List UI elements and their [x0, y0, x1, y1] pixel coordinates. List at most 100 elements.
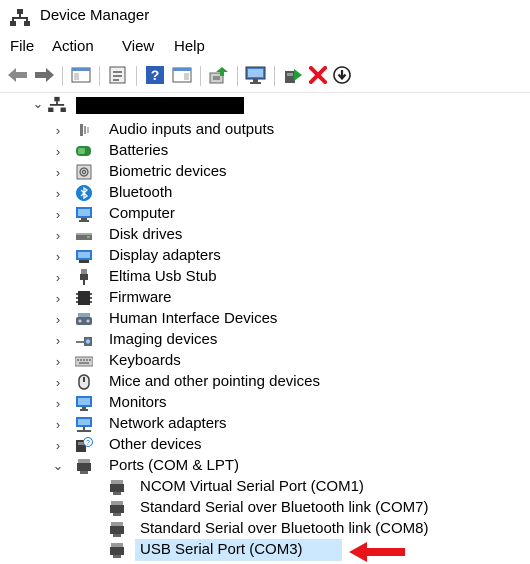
chevron-down-icon[interactable]: ⌄ [32, 96, 44, 111]
keyboard-icon [75, 356, 93, 367]
update-driver-icon[interactable] [207, 63, 231, 87]
properties-icon[interactable] [106, 63, 130, 87]
tree-item-hid[interactable]: › Human Interface Devices [0, 309, 530, 330]
tree-item-label: Display adapters [109, 247, 221, 264]
tree-item-display-adapters[interactable]: › Display adapters [0, 246, 530, 267]
mouse-icon [78, 374, 90, 390]
tree-item-firmware[interactable]: › Firmware [0, 288, 530, 309]
chevron-right-icon[interactable]: › [52, 165, 64, 180]
chevron-right-icon[interactable]: › [52, 144, 64, 159]
port-item-com1[interactable]: NCOM Virtual Serial Port (COM1) [0, 477, 530, 498]
chevron-right-icon[interactable]: › [52, 438, 64, 453]
menu-bar: File Action View Help [0, 34, 530, 60]
chevron-right-icon[interactable]: › [52, 249, 64, 264]
display-adapter-icon [76, 250, 92, 263]
tree-root[interactable]: ⌄ [0, 94, 530, 115]
port-item-label: Standard Serial over Bluetooth link (COM… [140, 520, 429, 537]
port-icon [110, 543, 124, 558]
port-item-label: Standard Serial over Bluetooth link (COM… [140, 499, 429, 516]
tree-item-label: Biometric devices [109, 163, 227, 180]
chevron-right-icon[interactable]: › [52, 207, 64, 222]
port-icon [110, 501, 124, 516]
tree-item-label: Mice and other pointing devices [109, 373, 320, 390]
toolbar: ? [0, 60, 530, 93]
port-icon [77, 459, 91, 474]
port-item-label: NCOM Virtual Serial Port (COM1) [140, 478, 364, 495]
tree-item-biometric[interactable]: › Biometric devices [0, 162, 530, 183]
device-manager-icon [10, 9, 30, 26]
hid-icon [76, 313, 92, 325]
camera-icon [76, 337, 92, 346]
chevron-right-icon[interactable]: › [52, 354, 64, 369]
show-hide-console-tree-icon[interactable] [69, 63, 93, 87]
chevron-right-icon[interactable]: › [52, 312, 64, 327]
svg-text:?: ? [151, 67, 160, 83]
tree-item-label: Bluetooth [109, 184, 173, 201]
firmware-chip-icon [76, 291, 92, 305]
tree-item-network[interactable]: › Network adapters [0, 414, 530, 435]
tree-item-label: Monitors [109, 394, 167, 411]
tree-item-label: Imaging devices [109, 331, 218, 348]
chevron-right-icon[interactable]: › [52, 396, 64, 411]
monitor-icon [76, 396, 92, 411]
chevron-right-icon[interactable]: › [52, 333, 64, 348]
scan-hardware-changes-icon[interactable] [244, 63, 268, 87]
chevron-down-icon[interactable]: ⌄ [52, 458, 64, 473]
menu-action[interactable]: Action [48, 38, 98, 55]
tree-item-label: Other devices [109, 436, 202, 453]
uninstall-device-icon[interactable] [306, 63, 330, 87]
tree-item-keyboards[interactable]: › Keyboards [0, 351, 530, 372]
chevron-right-icon[interactable]: › [52, 123, 64, 138]
tree-item-label: Network adapters [109, 415, 227, 432]
usb-plug-icon [80, 269, 88, 285]
chevron-right-icon[interactable]: › [52, 186, 64, 201]
red-arrow-annotation [349, 542, 405, 562]
speaker-icon [80, 124, 89, 136]
tree-item-other-devices[interactable]: › ? Other devices [0, 435, 530, 456]
help-icon[interactable]: ? [143, 63, 167, 87]
tree-item-audio[interactable]: › Audio inputs and outputs [0, 120, 530, 141]
forward-icon[interactable] [32, 63, 56, 87]
tree-item-label: Ports (COM & LPT) [109, 457, 240, 474]
tree-item-label: Firmware [109, 289, 172, 306]
tree-item-label: Keyboards [109, 352, 181, 369]
computer-icon [76, 207, 92, 222]
tree-item-eltima[interactable]: › Eltima Usb Stub [0, 267, 530, 288]
port-item-com3-selected[interactable]: USB Serial Port (COM3) [0, 539, 530, 562]
chevron-right-icon[interactable]: › [52, 417, 64, 432]
chevron-right-icon[interactable]: › [52, 270, 64, 285]
port-item-com7[interactable]: Standard Serial over Bluetooth link (COM… [0, 498, 530, 519]
menu-view[interactable]: View [118, 38, 158, 55]
add-legacy-hardware-icon[interactable] [281, 63, 305, 87]
tree-item-bluetooth[interactable]: › Bluetooth [0, 183, 530, 204]
tree-item-mice[interactable]: › Mice and other pointing devices [0, 372, 530, 393]
tree-item-label: Batteries [109, 142, 169, 159]
network-adapter-icon [76, 417, 92, 432]
port-item-label: USB Serial Port (COM3) [140, 541, 303, 558]
action-pane-icon[interactable] [170, 63, 194, 87]
tree-item-batteries[interactable]: › Batteries [0, 141, 530, 162]
tree-item-label: Audio inputs and outputs [109, 121, 275, 138]
chevron-right-icon[interactable]: › [52, 228, 64, 243]
tree-item-label: Human Interface Devices [109, 310, 278, 327]
port-icon [110, 522, 124, 537]
tree-item-label: Disk drives [109, 226, 183, 243]
menu-help[interactable]: Help [170, 38, 209, 55]
tree-item-disk-drives[interactable]: › Disk drives [0, 225, 530, 246]
tree-item-imaging[interactable]: › Imaging devices [0, 330, 530, 351]
tree-item-ports[interactable]: ⌄ Ports (COM & LPT) [0, 456, 530, 477]
computer-root-icon [48, 96, 66, 112]
battery-icon [76, 146, 91, 156]
unknown-device-icon: ? [76, 437, 93, 452]
chevron-right-icon[interactable]: › [52, 375, 64, 390]
menu-file[interactable]: File [6, 38, 38, 55]
chevron-right-icon[interactable]: › [52, 291, 64, 306]
back-icon[interactable] [6, 63, 30, 87]
tree-item-computer[interactable]: › Computer [0, 204, 530, 225]
svg-text:?: ? [86, 440, 90, 447]
tree-item-monitors[interactable]: › Monitors [0, 393, 530, 414]
disable-device-icon[interactable] [330, 63, 354, 87]
port-item-com8[interactable]: Standard Serial over Bluetooth link (COM… [0, 519, 530, 540]
tree-item-label: Computer [109, 205, 175, 222]
title-bar: Device Manager [0, 0, 530, 34]
